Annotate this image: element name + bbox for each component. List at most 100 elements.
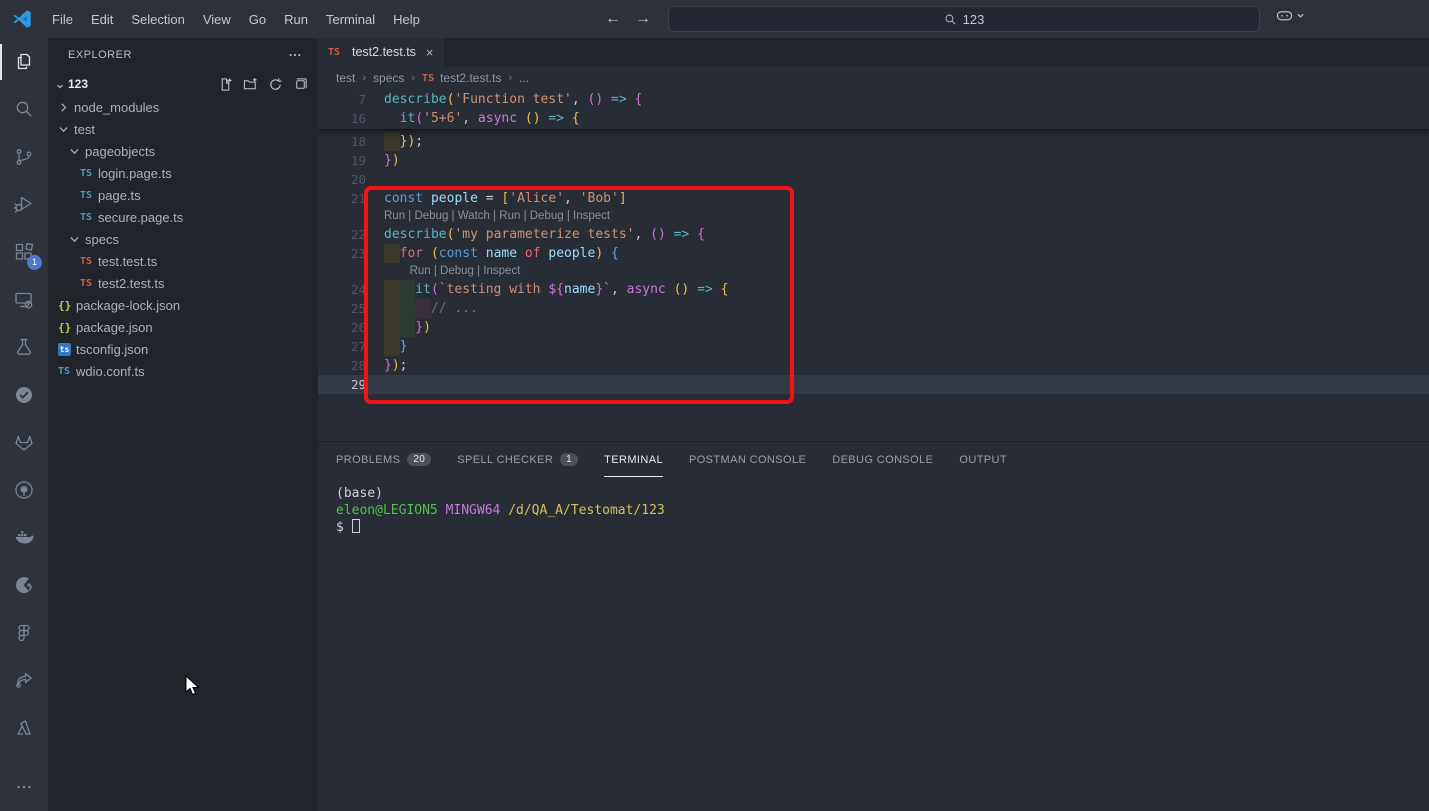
command-center-search[interactable]: 123	[668, 6, 1260, 32]
indent-guide-block	[384, 244, 400, 263]
refresh-icon[interactable]	[268, 77, 283, 92]
chevron-down-icon	[58, 124, 74, 135]
tree-item-node-modules[interactable]: node_modules	[48, 96, 318, 118]
search-icon	[944, 13, 957, 26]
gitlab-icon[interactable]	[0, 419, 48, 467]
indent-guide-block	[400, 299, 416, 318]
chevron-down-icon	[69, 234, 85, 245]
line-number: 22	[318, 225, 366, 244]
file-type-icon: {}	[58, 299, 76, 312]
line-number: 23	[318, 244, 366, 263]
typescript-file-icon: TS	[422, 73, 434, 84]
copilot-menu[interactable]	[1276, 8, 1305, 23]
workspace-section-header[interactable]: ⌄ 123	[48, 72, 318, 96]
panel-tab-postman-console[interactable]: POSTMAN CONSOLE	[689, 442, 806, 477]
tree-item-test-test-ts[interactable]: TStest.test.ts	[48, 250, 318, 272]
explorer-icon[interactable]	[0, 38, 48, 86]
editor-tab[interactable]: TS test2.test.ts ×	[318, 38, 444, 66]
code-line-content: // ...	[366, 299, 478, 318]
docker-icon[interactable]	[0, 514, 48, 562]
code-line: 7describe('Function test', () => {	[318, 90, 1429, 109]
tree-item-test2-test-ts[interactable]: TStest2.test.ts	[48, 272, 318, 294]
terminal[interactable]: (base)eleon@LEGION5 MINGW64 /d/QA_A/Test…	[318, 477, 1429, 536]
code-line-content: describe('Function test', () => {	[366, 90, 642, 109]
terminal-line: $	[336, 519, 1429, 536]
menu-item-go[interactable]: Go	[240, 7, 275, 32]
more-icon[interactable]	[0, 763, 48, 811]
indent-guide-block	[400, 280, 416, 299]
file-type-icon: TS	[80, 190, 98, 201]
remote-explorer-icon[interactable]	[0, 276, 48, 324]
tree-item-label: pageobjects	[85, 144, 155, 159]
forward-icon[interactable]: →	[635, 10, 651, 28]
breadcrumb-item[interactable]: ...	[519, 71, 529, 85]
extensions-icon[interactable]: 1	[0, 228, 48, 276]
tree-item-label: test2.test.ts	[98, 276, 164, 291]
tree-item-login-page-ts[interactable]: TSlogin.page.ts	[48, 162, 318, 184]
codelens-actions[interactable]: Run | Debug | Inspect	[392, 263, 521, 280]
panel-tab-debug-console[interactable]: DEBUG CONSOLE	[832, 442, 933, 477]
menu-item-help[interactable]: Help	[384, 7, 429, 32]
panel-tab-spell-checker[interactable]: SPELL CHECKER1	[457, 442, 578, 477]
breadcrumb-item[interactable]: specs	[373, 71, 404, 85]
collapse-all-icon[interactable]	[293, 77, 308, 92]
chevron-down-icon	[1296, 11, 1305, 20]
close-tab-icon[interactable]: ×	[426, 45, 434, 60]
codelens-actions[interactable]: Run | Debug | Watch | Run | Debug | Insp…	[366, 208, 610, 225]
menu-item-edit[interactable]: Edit	[82, 7, 122, 32]
new-folder-icon[interactable]	[243, 77, 258, 92]
code-line: 16 it('5+6', async () => {	[318, 109, 1429, 128]
new-file-icon[interactable]	[218, 77, 233, 92]
codelens-row[interactable]: Run | Debug | Watch | Run | Debug | Insp…	[318, 208, 1429, 225]
testing-icon[interactable]	[0, 323, 48, 371]
code-line-content: })	[366, 151, 400, 170]
source-control-icon[interactable]	[0, 133, 48, 181]
code-line: 21const people = ['Alice', 'Bob']	[318, 189, 1429, 208]
tree-item-package-lock-json[interactable]: {}package-lock.json	[48, 294, 318, 316]
github-icon[interactable]	[0, 466, 48, 514]
code-line: 20	[318, 170, 1429, 189]
tree-item-page-ts[interactable]: TSpage.ts	[48, 184, 318, 206]
line-number: 20	[318, 170, 366, 189]
panel-tab-label: PROBLEMS	[336, 454, 400, 466]
breadcrumb-item[interactable]: test2.test.ts	[440, 71, 501, 85]
menu-item-selection[interactable]: Selection	[122, 7, 193, 32]
tree-item-package-json[interactable]: {}package.json	[48, 316, 318, 338]
codelens-row[interactable]: Run | Debug | Inspect	[318, 263, 1429, 280]
tree-item-test[interactable]: test	[48, 118, 318, 140]
terminal-line: (base)	[336, 485, 1429, 502]
tree-item-tsconfig-json[interactable]: tstsconfig.json	[48, 338, 318, 360]
panel-tab-terminal[interactable]: TERMINAL	[604, 442, 663, 477]
panel-tab-problems[interactable]: PROBLEMS20	[336, 442, 431, 477]
panel-tab-output[interactable]: OUTPUT	[959, 442, 1007, 477]
line-number: 29	[318, 375, 366, 394]
azure-icon[interactable]	[0, 704, 48, 752]
pie-circle-icon[interactable]	[0, 561, 48, 609]
menu-item-run[interactable]: Run	[275, 7, 317, 32]
menu-item-file[interactable]: File	[43, 7, 82, 32]
share-icon[interactable]	[0, 656, 48, 704]
search-icon[interactable]	[0, 86, 48, 134]
menu-item-view[interactable]: View	[194, 7, 240, 32]
menu-item-terminal[interactable]: Terminal	[317, 7, 384, 32]
more-actions-icon[interactable]	[288, 48, 302, 62]
file-type-icon: TS	[80, 212, 98, 223]
tree-item-pageobjects[interactable]: pageobjects	[48, 140, 318, 162]
code-editor[interactable]: 7describe('Function test', () => {16 it(…	[318, 90, 1429, 441]
figma-icon[interactable]	[0, 609, 48, 657]
indent-guide-block	[400, 318, 416, 337]
tree-item-secure-page-ts[interactable]: TSsecure.page.ts	[48, 206, 318, 228]
code-line: 27}	[318, 337, 1429, 356]
tree-item-wdio-conf-ts[interactable]: TSwdio.conf.ts	[48, 360, 318, 382]
line-number: 18	[318, 132, 366, 151]
back-icon[interactable]: ←	[605, 10, 621, 28]
breadcrumb-item[interactable]: test	[336, 71, 355, 85]
code-line-content: describe('my parameterize tests', () => …	[366, 225, 705, 244]
run-and-debug-icon[interactable]	[0, 181, 48, 229]
panel-tab-label: SPELL CHECKER	[457, 454, 553, 466]
explorer-sidebar: EXPLORER ⌄ 123 node_modulestestpageobjec…	[48, 38, 318, 811]
code-line: 22describe('my parameterize tests', () =…	[318, 225, 1429, 244]
tree-item-specs[interactable]: specs	[48, 228, 318, 250]
check-circle-icon[interactable]	[0, 371, 48, 419]
code-line: 23for (const name of people) {	[318, 244, 1429, 263]
